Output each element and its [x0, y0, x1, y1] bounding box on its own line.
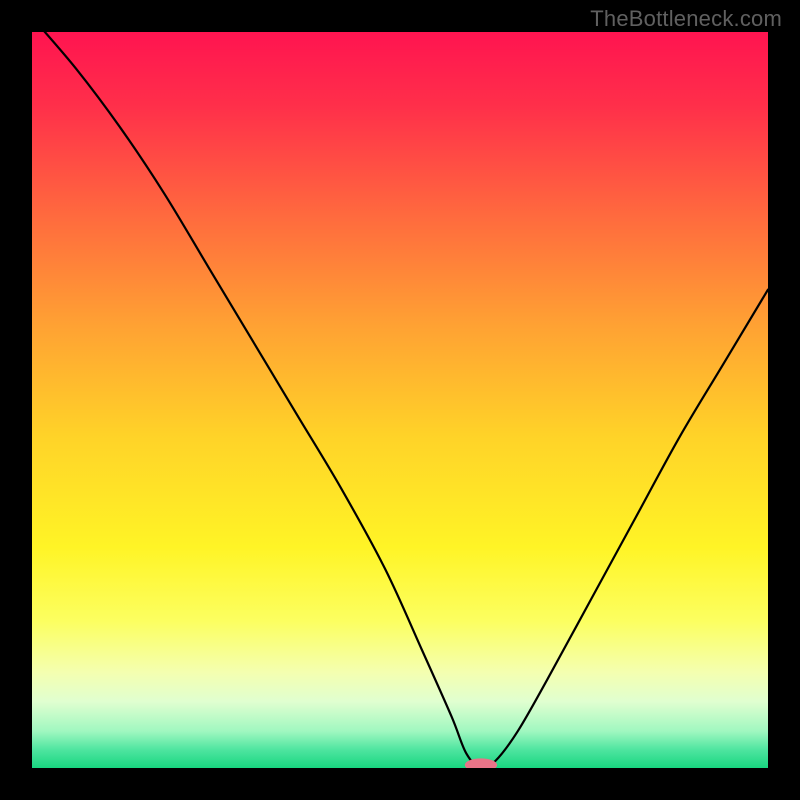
watermark-text: TheBottleneck.com	[590, 6, 782, 32]
gradient-background	[32, 32, 768, 768]
chart-frame: TheBottleneck.com	[0, 0, 800, 800]
chart-svg	[32, 32, 768, 768]
chart-plot-area	[32, 32, 768, 768]
